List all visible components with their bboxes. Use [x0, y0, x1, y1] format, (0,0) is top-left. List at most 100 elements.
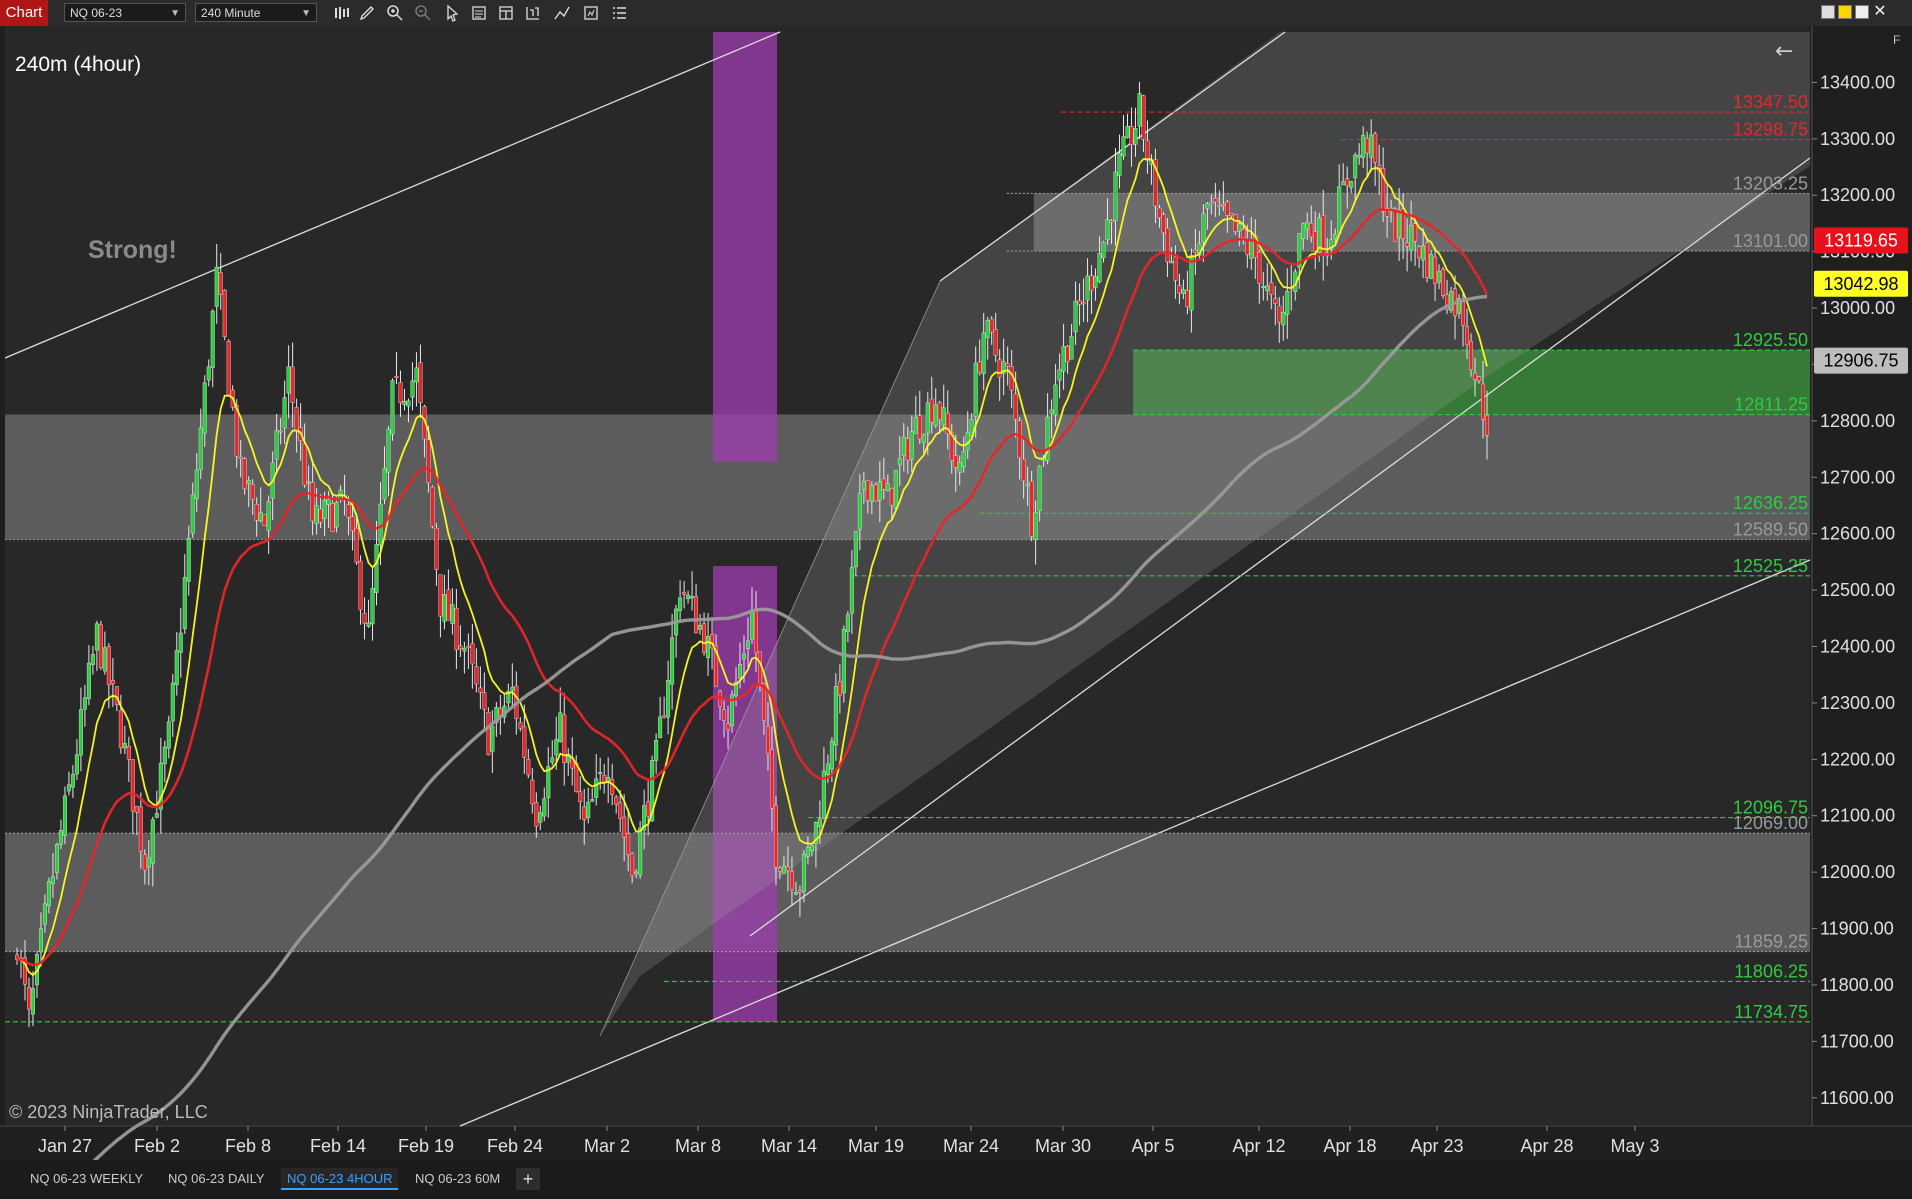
- back-arrow-icon[interactable]: ←: [1775, 39, 1793, 64]
- zoom-out-icon[interactable]: [414, 4, 432, 22]
- candle-body: [1481, 383, 1486, 420]
- instrument-selector[interactable]: NQ 06-23 ▼: [64, 3, 186, 22]
- candle-body: [1029, 480, 1034, 537]
- candle-body: [146, 857, 151, 868]
- candle-body: [953, 455, 958, 468]
- candle-body: [957, 462, 962, 473]
- candle-body: [466, 645, 471, 648]
- candle-body: [869, 484, 874, 502]
- tile-icon[interactable]: [1821, 5, 1835, 19]
- candle-body: [1081, 302, 1086, 305]
- candle-body: [1033, 512, 1038, 540]
- list-icon[interactable]: [610, 4, 628, 22]
- candle-body: [1137, 93, 1142, 127]
- y-tick-label: 12500.00: [1820, 580, 1895, 600]
- candle-body: [442, 594, 447, 622]
- candle-body: [1301, 223, 1306, 239]
- candle-body: [326, 498, 331, 505]
- tab-daily[interactable]: NQ 06-23 DAILY: [162, 1168, 271, 1190]
- candle-body: [634, 871, 639, 874]
- bar-type-icon[interactable]: [333, 4, 351, 22]
- x-tick-label: Feb 14: [310, 1136, 366, 1156]
- candle-body: [242, 458, 247, 490]
- candle-body: [186, 538, 191, 582]
- purple-time-band-top: [713, 32, 777, 462]
- candle-body: [1461, 301, 1466, 326]
- y-tick-label: 12800.00: [1820, 411, 1895, 431]
- restore-icon[interactable]: [1838, 5, 1852, 19]
- candle-body: [1441, 269, 1446, 296]
- candle-body: [610, 779, 615, 795]
- candle-body: [210, 310, 215, 368]
- data-box-icon[interactable]: [470, 4, 488, 22]
- level-label: 12069.00: [1733, 813, 1808, 833]
- x-tick-label: Apr 28: [1520, 1136, 1573, 1156]
- candle-body: [985, 320, 990, 338]
- properties-icon[interactable]: [497, 4, 515, 22]
- candle-body: [1109, 220, 1114, 223]
- candle-body: [1065, 345, 1070, 362]
- level-label: 11859.25: [1734, 932, 1808, 952]
- interval-selector[interactable]: 240 Minute ▼: [195, 3, 317, 22]
- candle-body: [414, 367, 419, 383]
- candle-body: [630, 853, 635, 877]
- candle-body: [266, 501, 271, 531]
- x-tick-label: Mar 24: [943, 1136, 999, 1156]
- chart-panel[interactable]: 13347.50 13298.75 13203.25 13101.00 12925.50…: [0, 26, 1912, 1199]
- templates-icon[interactable]: [582, 4, 600, 22]
- candle-body: [334, 501, 339, 528]
- candle-body: [901, 436, 906, 456]
- level-label: 12811.25: [1734, 395, 1808, 415]
- candle-body: [1469, 340, 1474, 370]
- price-chart[interactable]: 13347.50 13298.75 13203.25 13101.00 12925.50…: [0, 26, 1912, 1199]
- strategy-icon[interactable]: [524, 4, 542, 22]
- candle-body: [38, 928, 43, 953]
- y-tick-label: 11800.00: [1820, 975, 1894, 995]
- candle-body: [1021, 459, 1026, 482]
- candle-body: [154, 813, 159, 818]
- x-tick-label: Apr 12: [1232, 1136, 1285, 1156]
- candle-body: [921, 434, 926, 443]
- candle-body: [618, 802, 623, 819]
- candle-body: [538, 812, 543, 823]
- candle-body: [1241, 229, 1246, 239]
- drawing-tools-icon[interactable]: [553, 4, 571, 22]
- tab-60m[interactable]: NQ 06-23 60M: [409, 1168, 506, 1190]
- candle-body: [1121, 136, 1126, 157]
- candle-body: [909, 431, 914, 460]
- f-button[interactable]: F: [1893, 33, 1900, 47]
- close-icon[interactable]: ✕: [1872, 4, 1888, 20]
- candle-body: [682, 592, 687, 595]
- candle-body: [857, 492, 862, 530]
- maximize-icon[interactable]: [1855, 5, 1869, 19]
- candle-body: [765, 726, 770, 754]
- candle-body: [430, 486, 435, 527]
- candle-body: [1369, 134, 1374, 158]
- pointer-icon[interactable]: [443, 4, 461, 22]
- candle-body: [1177, 285, 1182, 294]
- candle-body: [542, 798, 547, 817]
- candle-body: [686, 594, 691, 600]
- add-tab-button[interactable]: +: [516, 1168, 540, 1190]
- candle-body: [402, 400, 407, 405]
- candle-body: [550, 757, 555, 763]
- candle-body: [917, 415, 922, 440]
- candle-body: [534, 802, 539, 827]
- tab-weekly[interactable]: NQ 06-23 WEEKLY: [24, 1168, 149, 1190]
- lower-grey-zone: [5, 833, 1810, 952]
- candle-body: [865, 480, 870, 501]
- candle-body: [753, 610, 758, 654]
- candle-body: [362, 612, 367, 624]
- candle-body: [98, 624, 103, 669]
- candle-body: [1097, 253, 1102, 282]
- candle-body: [166, 721, 171, 749]
- candle-body: [1313, 231, 1318, 252]
- zoom-in-icon[interactable]: [386, 4, 404, 22]
- candle-body: [274, 430, 279, 460]
- tab-4hour[interactable]: NQ 06-23 4HOUR: [281, 1168, 399, 1190]
- draw-pencil-icon[interactable]: [358, 4, 376, 22]
- candle-body: [470, 643, 475, 665]
- candle-body: [126, 746, 131, 760]
- candle-body: [390, 380, 395, 435]
- candle-body: [1281, 311, 1286, 326]
